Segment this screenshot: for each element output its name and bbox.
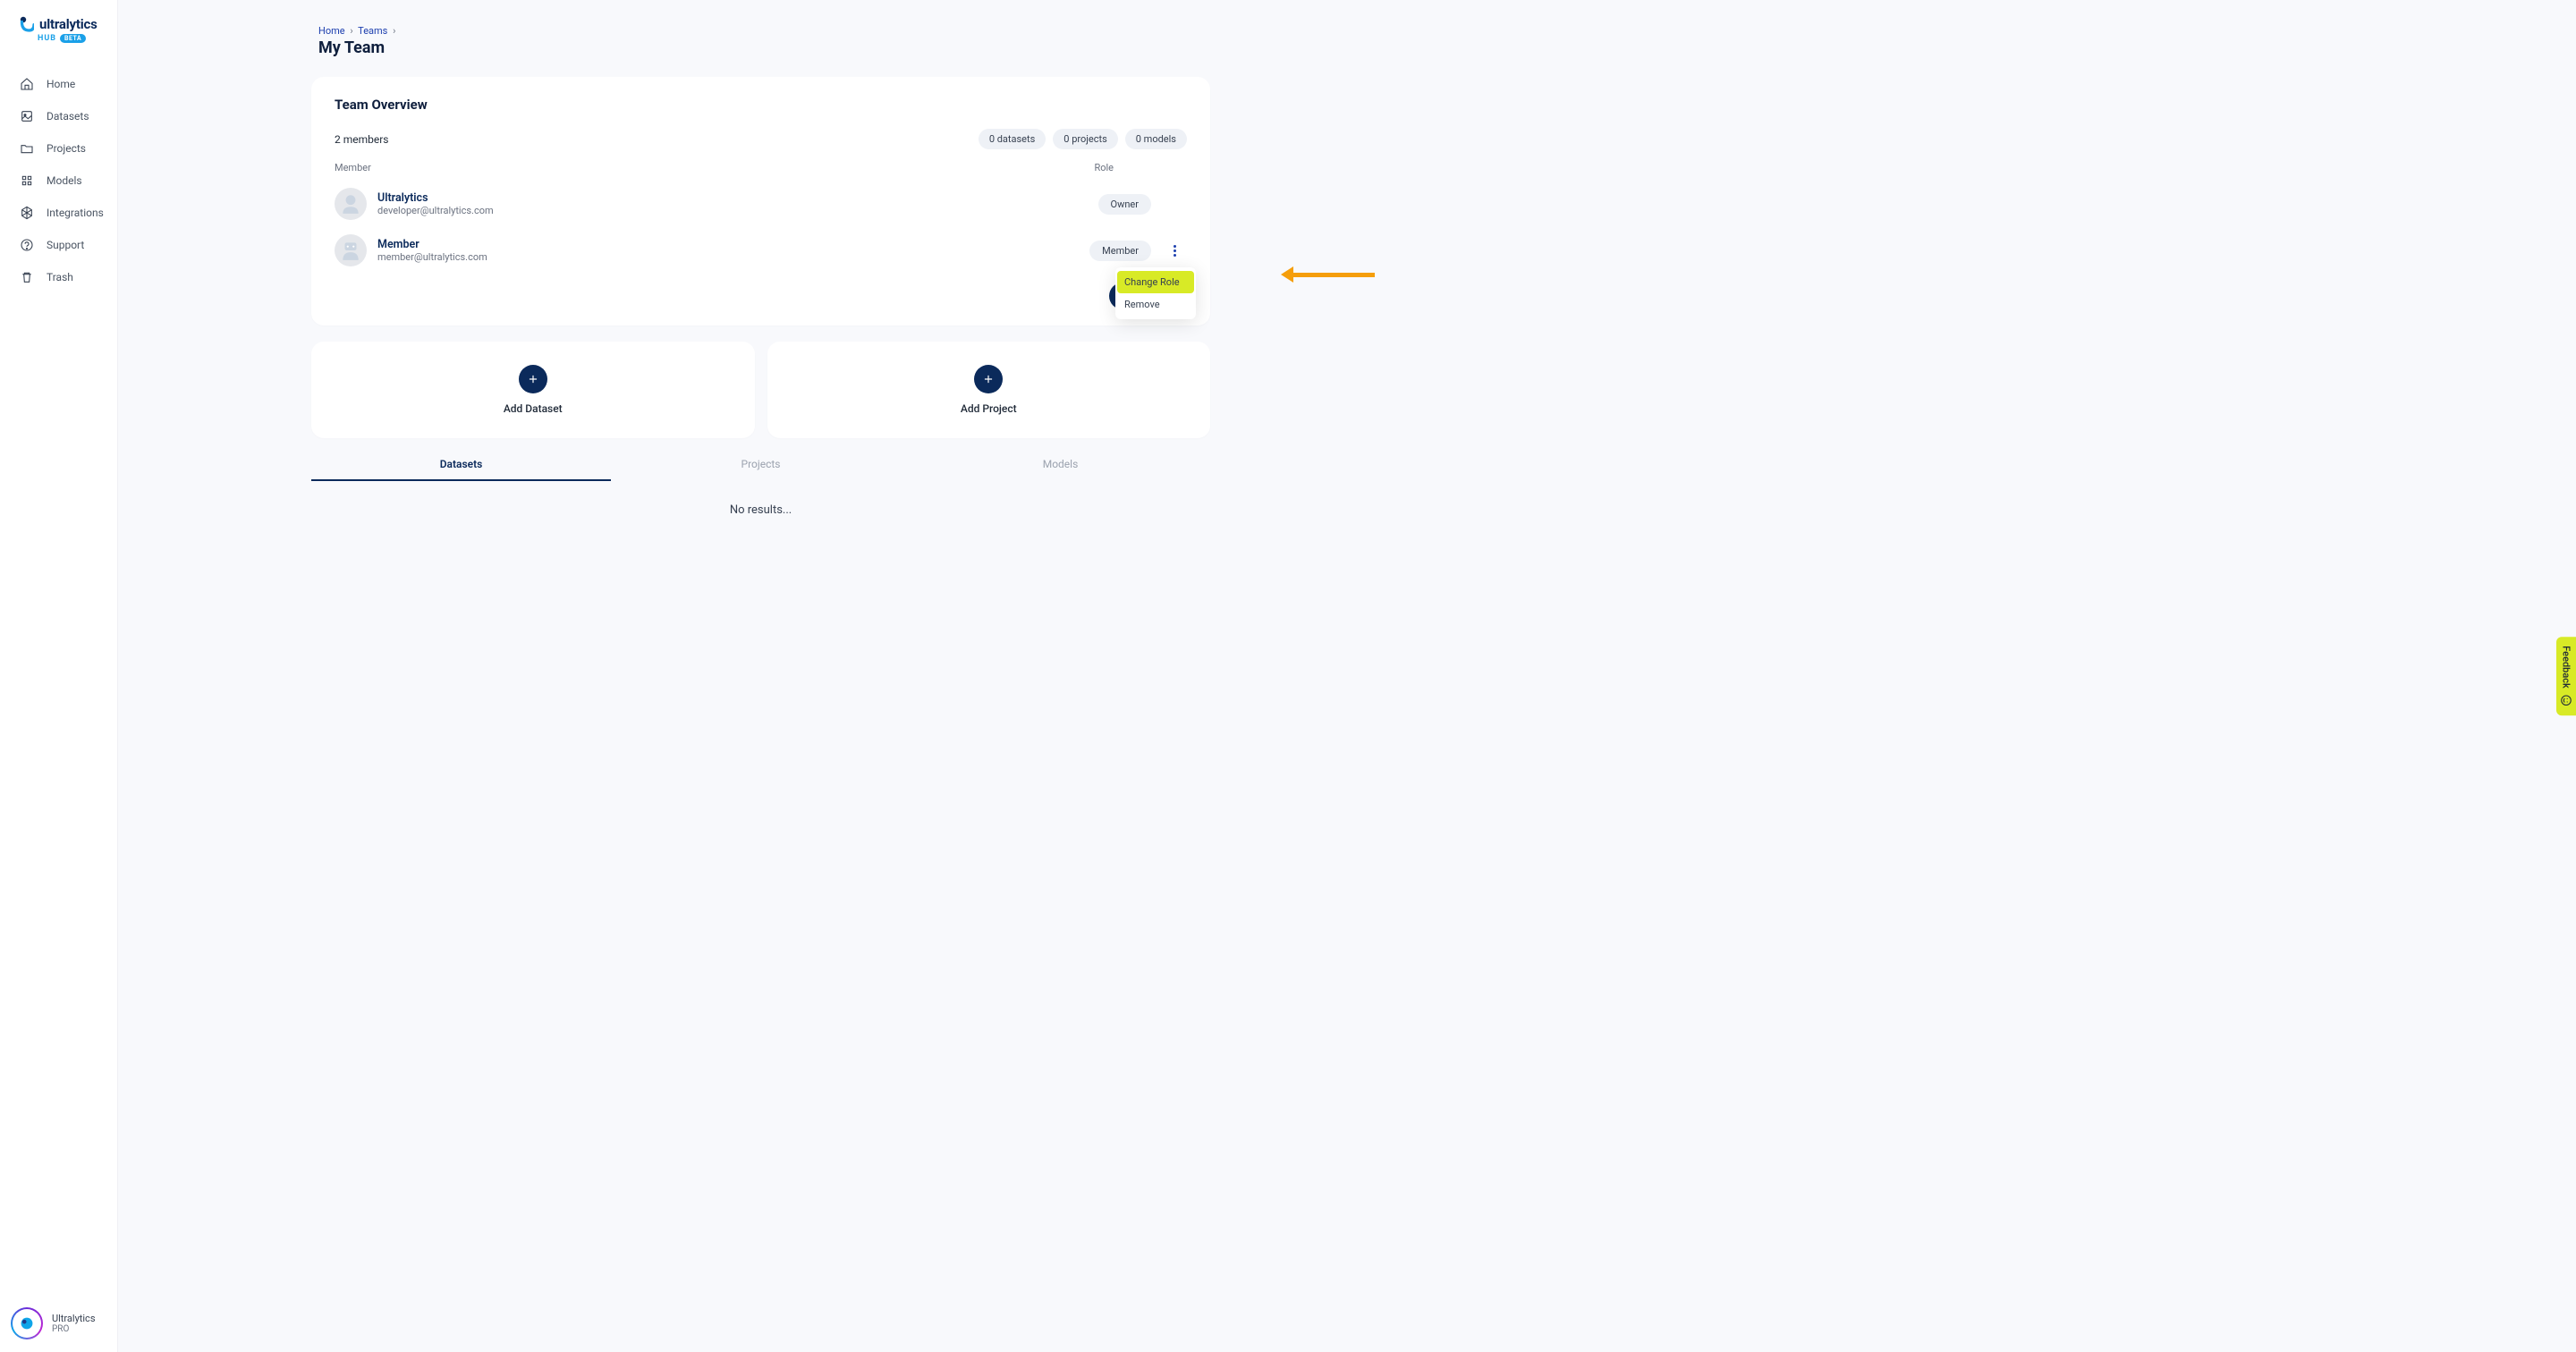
chevron-right-icon: ›	[393, 25, 395, 37]
user-plan: PRO	[52, 1324, 96, 1334]
add-dataset-label: Add Dataset	[504, 402, 563, 415]
member-name: Ultralytics	[377, 191, 494, 205]
plus-icon	[519, 365, 547, 393]
tab-models[interactable]: Models	[911, 449, 1210, 481]
sidebar-item-trash[interactable]: Trash	[0, 261, 117, 293]
team-overview-card: Team Overview 2 members 0 datasets 0 pro…	[311, 77, 1210, 325]
sidebar-item-support[interactable]: Support	[0, 229, 117, 261]
sidebar-item-home[interactable]: Home	[0, 68, 117, 100]
sidebar-item-label: Datasets	[47, 110, 89, 123]
dropdown-remove[interactable]: Remove	[1115, 293, 1196, 316]
sidebar-item-label: Home	[47, 78, 75, 90]
plus-icon	[974, 365, 1003, 393]
models-icon	[20, 173, 34, 188]
sidebar-item-label: Integrations	[47, 207, 104, 219]
member-row: Member member@ultralytics.com Member Cha…	[335, 227, 1187, 274]
hub-text: HUB	[38, 34, 56, 43]
sidebar-item-datasets[interactable]: Datasets	[0, 100, 117, 132]
datasets-icon	[20, 109, 34, 123]
avatar	[11, 1307, 43, 1339]
member-email: developer@ultralytics.com	[377, 205, 494, 216]
home-icon	[20, 77, 34, 91]
page-title: My Team	[318, 38, 1210, 57]
overview-title: Team Overview	[335, 97, 1187, 113]
sidebar-item-label: Models	[47, 174, 82, 187]
add-project-card[interactable]: Add Project	[767, 342, 1211, 438]
member-name: Member	[377, 238, 487, 251]
member-email: member@ultralytics.com	[377, 251, 487, 263]
tab-projects[interactable]: Projects	[611, 449, 911, 481]
sidebar-item-integrations[interactable]: Integrations	[0, 197, 117, 229]
role-badge: Member	[1089, 241, 1151, 261]
user-name: Ultralytics	[52, 1313, 96, 1324]
members-count: 2 members	[335, 133, 389, 146]
nav: Home Datasets Projects Models Integratio…	[0, 52, 117, 1295]
sidebar: ultralytics HUB BETA Home Datasets Proje…	[0, 0, 118, 1352]
projects-icon	[20, 141, 34, 156]
chevron-right-icon: ›	[350, 25, 352, 37]
sidebar-item-projects[interactable]: Projects	[0, 132, 117, 165]
add-project-label: Add Project	[961, 402, 1017, 415]
sidebar-item-label: Projects	[47, 142, 86, 155]
tabs: Datasets Projects Models	[311, 449, 1210, 482]
member-row: Ultralytics developer@ultralytics.com Ow…	[335, 181, 1187, 227]
integrations-icon	[20, 206, 34, 220]
feedback-label: Feedback	[2561, 646, 2572, 689]
no-results: No results...	[311, 482, 1210, 538]
kebab-menu-button[interactable]	[1167, 241, 1182, 259]
support-icon	[20, 238, 34, 252]
tab-datasets[interactable]: Datasets	[311, 449, 611, 481]
member-actions-dropdown: Change Role Remove	[1115, 267, 1196, 319]
user-block[interactable]: Ultralytics PRO	[0, 1295, 117, 1352]
logo-text: ultralytics	[39, 16, 97, 32]
add-dataset-card[interactable]: Add Dataset	[311, 342, 755, 438]
annotation-arrow	[1281, 266, 1375, 283]
th-role: Role	[1094, 162, 1114, 173]
th-member: Member	[335, 162, 371, 173]
stat-datasets: 0 datasets	[979, 129, 1046, 149]
breadcrumb-teams[interactable]: Teams	[358, 25, 387, 37]
main: Home › Teams › My Team Team Overview 2 m…	[118, 0, 2576, 1352]
role-badge: Owner	[1098, 194, 1151, 215]
smile-icon	[2560, 694, 2572, 706]
feedback-tab[interactable]: Feedback	[2556, 637, 2576, 715]
breadcrumb-home[interactable]: Home	[318, 25, 345, 37]
sidebar-item-label: Trash	[47, 271, 73, 283]
sidebar-item-models[interactable]: Models	[0, 165, 117, 197]
stat-projects: 0 projects	[1053, 129, 1117, 149]
dropdown-change-role[interactable]: Change Role	[1117, 271, 1194, 293]
trash-icon	[20, 270, 34, 284]
breadcrumb: Home › Teams ›	[318, 25, 1210, 37]
logo-mark-icon	[20, 16, 34, 32]
avatar	[335, 234, 367, 266]
logo[interactable]: ultralytics HUB BETA	[0, 0, 117, 52]
avatar	[335, 188, 367, 220]
stat-models: 0 models	[1125, 129, 1187, 149]
sidebar-item-label: Support	[47, 239, 84, 251]
beta-badge: BETA	[60, 34, 86, 43]
